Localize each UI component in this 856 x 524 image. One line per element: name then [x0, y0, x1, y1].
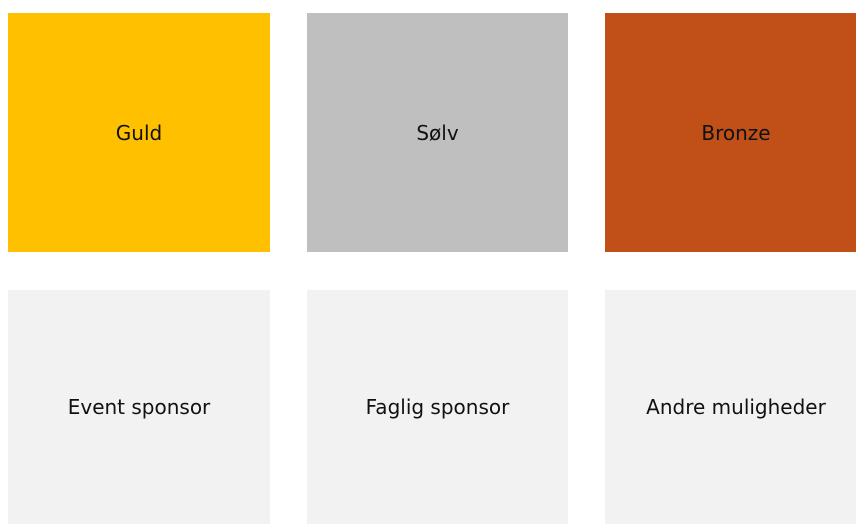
tile-faglig-sponsor[interactable]: Faglig sponsor	[307, 290, 568, 524]
tile-andre-muligheder-label: Andre muligheder	[646, 395, 826, 419]
tile-bronze-label: Bronze	[701, 120, 771, 145]
tile-guld[interactable]: Guld	[8, 13, 270, 252]
tile-event-sponsor-label: Event sponsor	[67, 395, 211, 419]
tile-guld-label: Guld	[115, 120, 163, 145]
tile-bronze[interactable]: Bronze	[605, 13, 856, 252]
tile-faglig-sponsor-label: Faglig sponsor	[365, 395, 510, 419]
tile-solv-label: Sølv	[416, 120, 459, 145]
tile-event-sponsor[interactable]: Event sponsor	[8, 290, 270, 524]
tile-solv[interactable]: Sølv	[307, 13, 568, 252]
tile-andre-muligheder[interactable]: Andre muligheder	[605, 290, 856, 524]
